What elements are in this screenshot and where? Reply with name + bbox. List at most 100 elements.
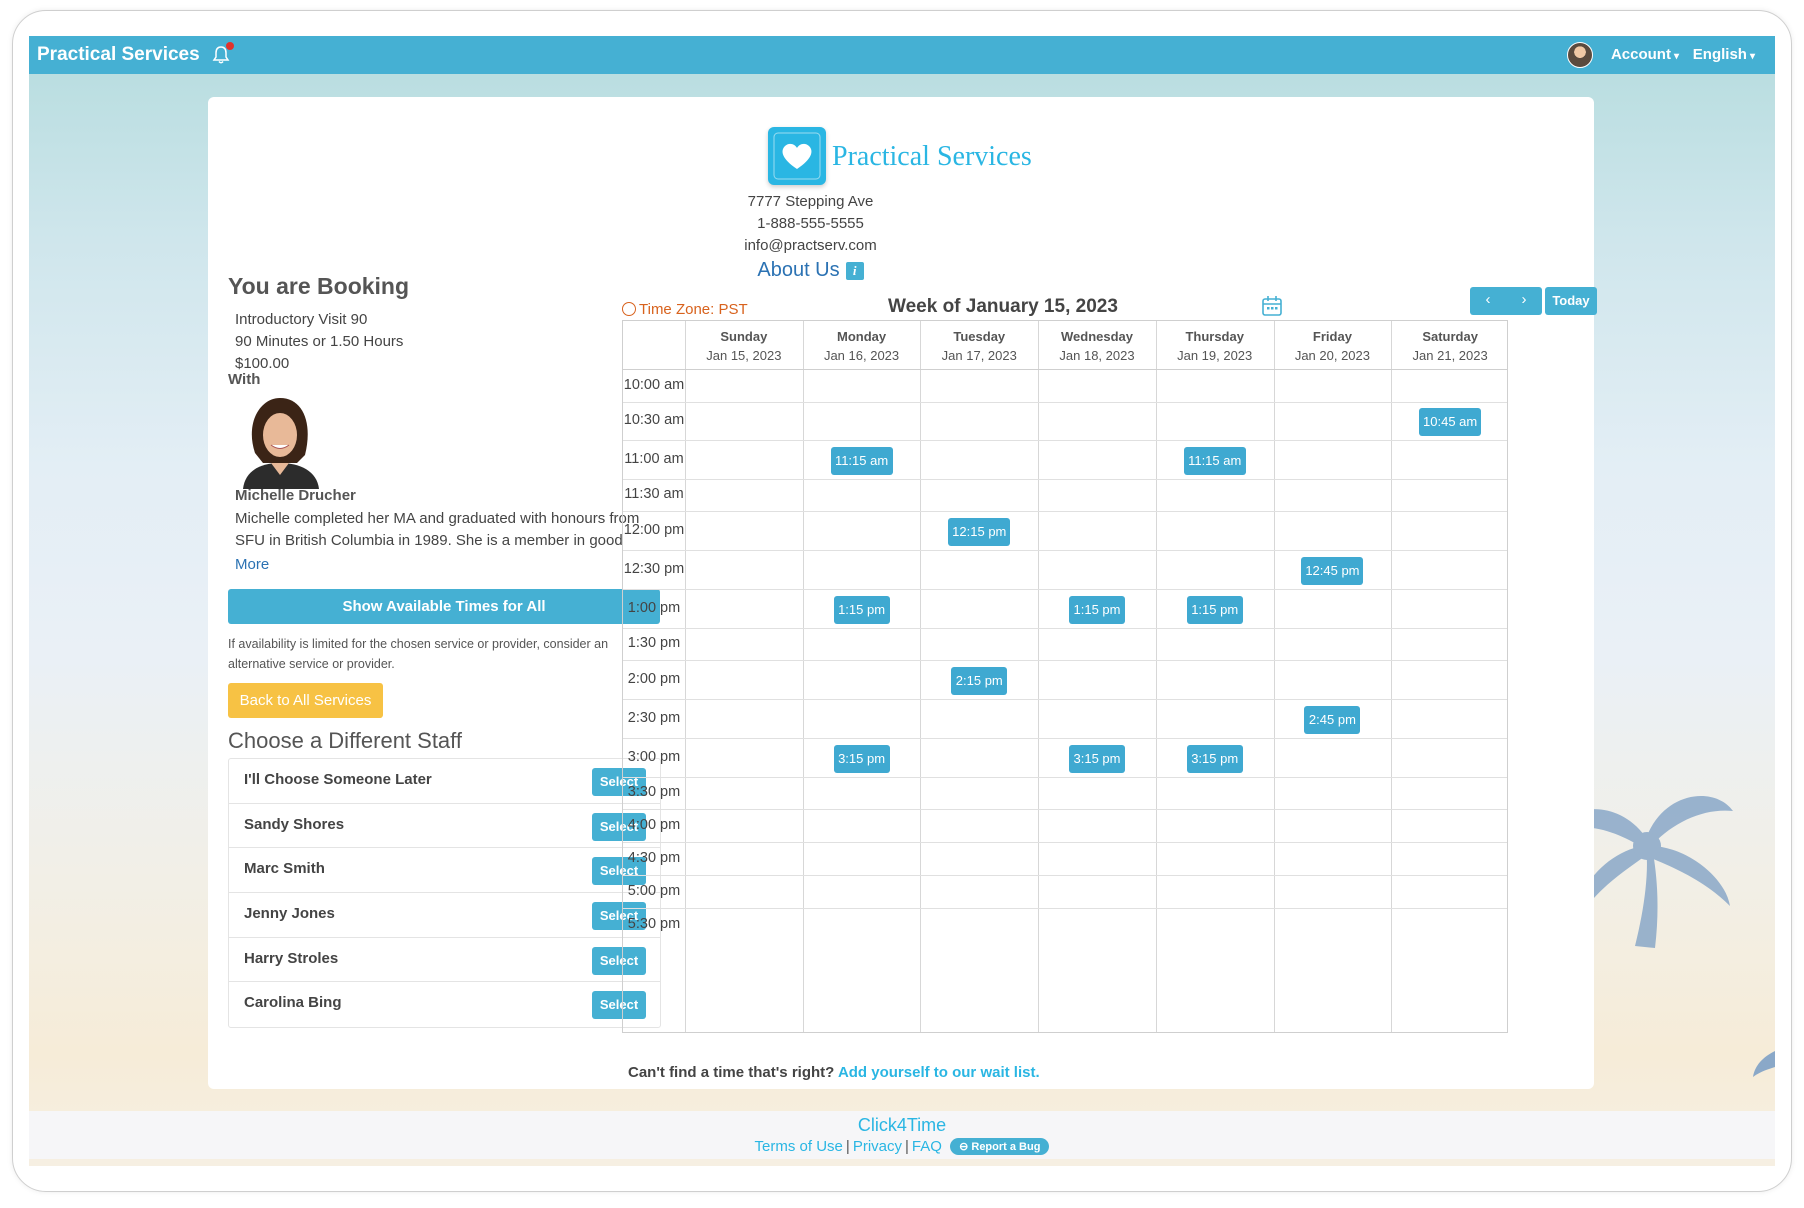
about-us-link[interactable]: About Us i xyxy=(658,259,963,282)
day-header: Saturday Jan 21, 2023 xyxy=(1391,329,1509,363)
time-slot-button[interactable]: 2:15 pm xyxy=(951,666,1008,695)
time-label: 12:30 pm xyxy=(623,560,685,577)
time-label: 3:30 pm xyxy=(627,784,681,800)
staff-option-name: Marc Smith xyxy=(244,860,325,878)
time-slot-button[interactable]: 1:15 pm xyxy=(1069,595,1125,624)
choose-staff-heading: Choose a Different Staff xyxy=(228,728,462,753)
day-header: Friday Jan 20, 2023 xyxy=(1274,329,1392,363)
today-button[interactable]: Today xyxy=(1545,287,1597,315)
footer-brand[interactable]: Click4Time xyxy=(29,1115,1775,1136)
separator: | xyxy=(845,1138,850,1155)
time-slot-button[interactable]: 2:45 pm xyxy=(1304,705,1361,734)
time-slot-button[interactable]: 12:45 pm xyxy=(1301,556,1364,585)
more-link[interactable]: More xyxy=(235,556,269,573)
row-divider xyxy=(623,660,1507,661)
faq-link[interactable]: FAQ xyxy=(912,1138,942,1155)
day-header: Thursday Jan 19, 2023 xyxy=(1156,329,1274,363)
staff-option: Marc Smith Select xyxy=(229,848,660,894)
staff-option-name: Jenny Jones xyxy=(244,905,335,923)
row-divider xyxy=(623,628,1507,629)
calendar-icon[interactable] xyxy=(1261,295,1283,317)
language-menu[interactable]: English ▾ xyxy=(1693,46,1755,63)
separator: | xyxy=(905,1138,909,1155)
prev-week-button[interactable]: ‹ xyxy=(1470,291,1506,308)
row-divider xyxy=(623,699,1507,700)
service-name: Introductory Visit 90 xyxy=(235,311,368,328)
column-divider xyxy=(802,321,804,1032)
back-to-services-button[interactable]: Back to All Services xyxy=(228,683,383,718)
day-name: Friday xyxy=(1312,329,1352,344)
staff-option-name: Carolina Bing xyxy=(244,994,342,1012)
staff-option: I'll Choose Someone Later Select xyxy=(229,759,660,804)
header-divider xyxy=(623,369,1507,370)
day-name: Wednesday xyxy=(1060,329,1133,344)
heart-logo-icon xyxy=(768,127,826,185)
staff-option-name: I'll Choose Someone Later xyxy=(244,771,432,788)
report-bug-button[interactable]: ⊖ Report a Bug xyxy=(950,1138,1050,1155)
show-all-times-button[interactable]: Show Available Times for All xyxy=(228,589,660,624)
business-logo: Practical Services xyxy=(768,127,1068,191)
time-slot-button[interactable]: 11:15 am xyxy=(1183,446,1246,475)
row-divider xyxy=(623,511,1507,512)
time-slot-button[interactable]: 3:15 pm xyxy=(1186,744,1243,773)
time-slot-button[interactable]: 11:15 am xyxy=(830,446,893,475)
privacy-link[interactable]: Privacy xyxy=(853,1138,902,1155)
time-slot-button[interactable]: 3:15 pm xyxy=(833,744,890,773)
caret-down-icon: ▾ xyxy=(1749,51,1755,62)
service-duration: 90 Minutes or 1.50 Hours xyxy=(235,333,404,350)
day-header: Sunday Jan 15, 2023 xyxy=(685,329,803,363)
row-divider xyxy=(623,550,1507,551)
time-label: 10:00 am xyxy=(623,376,685,393)
week-title: Week of January 15, 2023 xyxy=(888,296,1118,317)
day-name: Thursday xyxy=(1185,329,1244,344)
booking-heading: You are Booking xyxy=(228,273,410,299)
day-date: Jan 15, 2023 xyxy=(706,348,782,363)
time-label: 12:00 pm xyxy=(623,521,685,538)
user-avatar[interactable] xyxy=(1567,42,1593,68)
day-name: Sunday xyxy=(720,329,768,344)
time-label: 4:00 pm xyxy=(627,816,681,833)
column-divider xyxy=(1038,321,1040,1032)
day-name: Tuesday xyxy=(953,329,1006,344)
info-icon[interactable]: i xyxy=(845,261,864,280)
column-divider xyxy=(1155,321,1157,1032)
timezone-indicator: Time Zone: PST xyxy=(622,301,748,318)
time-label: 10:30 am xyxy=(623,412,685,428)
time-slot-button[interactable]: 10:45 am xyxy=(1419,408,1482,436)
clock-icon xyxy=(622,302,636,316)
row-divider xyxy=(623,738,1507,739)
column-divider xyxy=(920,321,922,1032)
account-menu[interactable]: Account ▾ xyxy=(1611,46,1679,63)
app-screen: Practical Services Account ▾ English ▾ P… xyxy=(29,36,1775,1166)
account-label: Account xyxy=(1610,46,1671,63)
next-week-button[interactable]: › xyxy=(1506,291,1542,308)
brand-link[interactable]: Practical Services xyxy=(37,44,200,66)
terms-link[interactable]: Terms of Use xyxy=(755,1138,843,1155)
waitlist-link[interactable]: Add yourself to our wait list. xyxy=(838,1064,1040,1081)
column-divider xyxy=(1391,321,1393,1032)
booking-card: Practical Services 7777 Stepping Ave 1-8… xyxy=(208,97,1597,1089)
staff-name: Michelle Drucher xyxy=(235,487,356,504)
row-divider xyxy=(623,402,1507,403)
time-slot-button[interactable]: 12:15 pm xyxy=(948,517,1011,546)
day-name: Saturday xyxy=(1422,329,1478,344)
day-header: Tuesday Jan 17, 2023 xyxy=(920,329,1038,363)
week-nav: ‹ › xyxy=(1470,287,1542,315)
time-label: 5:00 pm xyxy=(627,882,681,899)
with-label: With xyxy=(228,371,261,388)
row-divider xyxy=(623,908,1507,909)
staff-bio: Michelle completed her MA and graduated … xyxy=(235,510,640,549)
staff-photo xyxy=(235,393,325,489)
time-slot-button[interactable]: 1:15 pm xyxy=(833,595,890,624)
staff-option: Sandy Shores Select xyxy=(229,804,660,849)
staff-list: I'll Choose Someone Later Select Sandy Sho… xyxy=(228,758,661,1029)
report-bug-label: Report a Bug xyxy=(971,1141,1041,1153)
business-email: info@practserv.com xyxy=(744,237,877,254)
time-slot-button[interactable]: 3:15 pm xyxy=(1069,744,1125,773)
language-label: English xyxy=(1692,46,1747,63)
time-slot-button[interactable]: 1:15 pm xyxy=(1186,595,1243,624)
staff-option-name: Harry Stroles xyxy=(244,949,339,967)
business-phone: 1-888-555-5555 xyxy=(757,215,864,232)
row-divider xyxy=(623,589,1507,590)
row-divider xyxy=(623,875,1507,876)
